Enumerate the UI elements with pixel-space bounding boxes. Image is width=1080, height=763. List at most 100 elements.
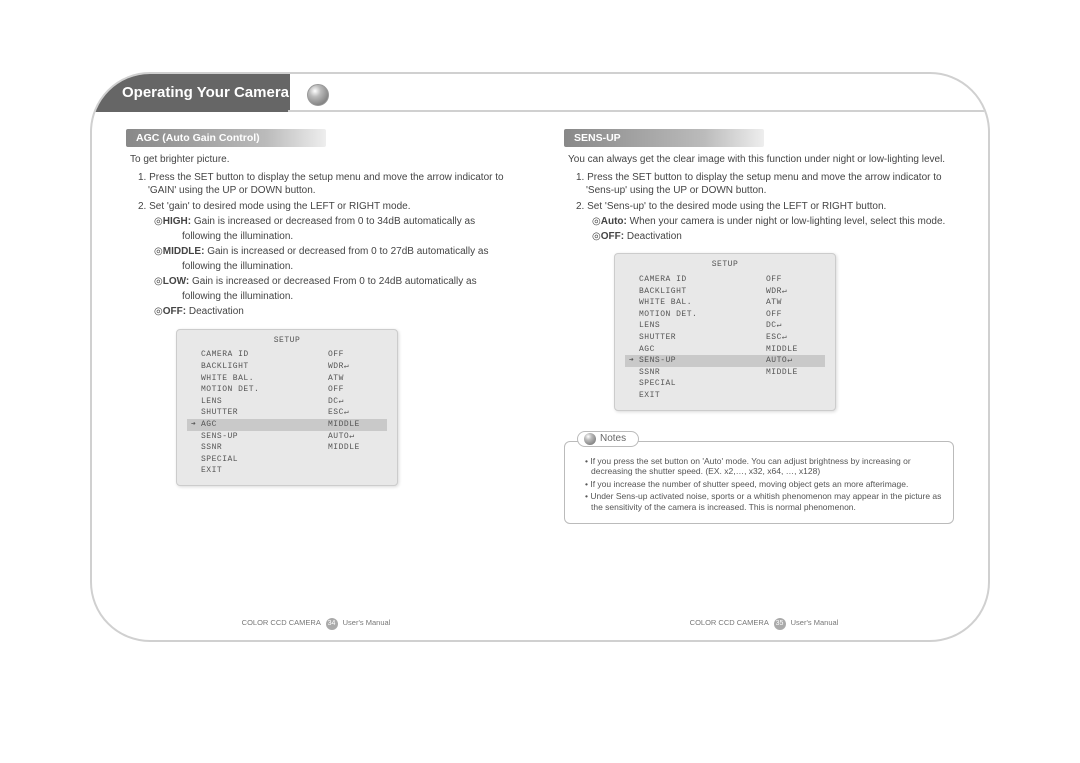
footer-right: COLOR CCD CAMERA 35 User's Manual bbox=[540, 618, 988, 630]
setup-row-label: SSNR bbox=[201, 442, 328, 454]
agc-mode-middle: ◎MIDDLE: Gain is increased or decreased … bbox=[154, 245, 516, 259]
setup-row-value: AUTO↵ bbox=[328, 431, 383, 443]
setup-row-value: MIDDLE bbox=[328, 419, 383, 431]
manual-page-frame: Operating Your Camera AGC (Auto Gain Con… bbox=[90, 72, 990, 642]
setup-row-label: EXIT bbox=[639, 390, 766, 402]
agc-mode-low-cont: following the illumination. bbox=[182, 290, 516, 304]
sensup-intro: You can always get the clear image with … bbox=[568, 153, 950, 167]
setup-arrow-icon bbox=[629, 390, 639, 402]
setup-row: AGCMIDDLE bbox=[625, 344, 825, 356]
agc-setup-panel: SETUP CAMERA IDOFFBACKLIGHTWDR↵WHITE BAL… bbox=[176, 329, 398, 486]
header-divider bbox=[288, 72, 988, 112]
sensup-mode-off: ◎OFF: Deactivation bbox=[592, 230, 954, 244]
agc-intro: To get brighter picture. bbox=[130, 153, 512, 167]
setup-arrow-icon bbox=[629, 367, 639, 379]
setup-arrow-icon: ➔ bbox=[191, 419, 201, 431]
setup-arrow-icon bbox=[629, 286, 639, 298]
setup-row-value: ESC↵ bbox=[766, 332, 821, 344]
setup-row-value: ATW bbox=[328, 373, 383, 385]
setup-row: CAMERA IDOFF bbox=[187, 349, 387, 361]
sensup-setup-panel: SETUP CAMERA IDOFFBACKLIGHTWDR↵WHITE BAL… bbox=[614, 253, 836, 410]
sensup-step-1: 1. Press the SET button to display the s… bbox=[576, 171, 950, 198]
setup-row-label: MOTION DET. bbox=[201, 384, 328, 396]
agc-step-2: 2. Set 'gain' to desired mode using the … bbox=[138, 200, 512, 214]
agc-mode-high: ◎HIGH: Gain is increased or decreased fr… bbox=[154, 215, 516, 229]
notes-item: Under Sens-up activated noise, sports or… bbox=[585, 491, 943, 512]
content-columns: AGC (Auto Gain Control) To get brighter … bbox=[102, 129, 978, 600]
sensup-step-2: 2. Set 'Sens-up' to the desired mode usi… bbox=[576, 200, 950, 214]
setup-row-label: LENS bbox=[201, 396, 328, 408]
setup-row-value: DC↵ bbox=[328, 396, 383, 408]
left-column: AGC (Auto Gain Control) To get brighter … bbox=[102, 129, 540, 600]
setup-arrow-icon bbox=[191, 465, 201, 477]
setup-row-label: CAMERA ID bbox=[201, 349, 328, 361]
setup-row-value: MIDDLE bbox=[328, 442, 383, 454]
setup-row-value: WDR↵ bbox=[766, 286, 821, 298]
setup-row: SSNRMIDDLE bbox=[187, 442, 387, 454]
setup-row-value: WDR↵ bbox=[328, 361, 383, 373]
setup-row-value: OFF bbox=[328, 349, 383, 361]
setup-arrow-icon: ➔ bbox=[629, 355, 639, 367]
setup-row-label: WHITE BAL. bbox=[201, 373, 328, 385]
setup-row: MOTION DET.OFF bbox=[625, 309, 825, 321]
setup-row-value bbox=[328, 465, 383, 477]
header-bar: Operating Your Camera bbox=[90, 72, 290, 112]
right-column: SENS-UP You can always get the clear ima… bbox=[540, 129, 978, 600]
setup-arrow-icon bbox=[629, 320, 639, 332]
setup-row: WHITE BAL.ATW bbox=[187, 373, 387, 385]
setup-row-label: EXIT bbox=[201, 465, 328, 477]
setup-arrow-icon bbox=[191, 442, 201, 454]
setup-row: WHITE BAL.ATW bbox=[625, 297, 825, 309]
setup-row: ➔AGCMIDDLE bbox=[187, 419, 387, 431]
setup-row-value: DC↵ bbox=[766, 320, 821, 332]
setup-row-value: AUTO↵ bbox=[766, 355, 821, 367]
notes-box: Notes If you press the set button on 'Au… bbox=[564, 441, 954, 524]
setup-arrow-icon bbox=[191, 454, 201, 466]
setup-row-value: OFF bbox=[328, 384, 383, 396]
setup-row: CAMERA IDOFF bbox=[625, 274, 825, 286]
setup-row-value bbox=[766, 390, 821, 402]
footer: COLOR CCD CAMERA 34 User's Manual COLOR … bbox=[92, 618, 988, 630]
setup-arrow-icon bbox=[191, 361, 201, 373]
setup-row-label: LENS bbox=[639, 320, 766, 332]
setup-row-value: MIDDLE bbox=[766, 344, 821, 356]
agc-mode-off: ◎OFF: Deactivation bbox=[154, 305, 516, 319]
setup-row-label: SHUTTER bbox=[201, 407, 328, 419]
setup-arrow-icon bbox=[629, 274, 639, 286]
notes-label: Notes bbox=[600, 433, 626, 446]
notes-orb-icon bbox=[584, 433, 596, 445]
setup-arrow-icon bbox=[191, 431, 201, 443]
sensup-mode-auto: ◎Auto: When your camera is under night o… bbox=[592, 215, 954, 229]
agc-step-1: 1. Press the SET button to display the s… bbox=[138, 171, 512, 198]
setup-arrow-icon bbox=[629, 332, 639, 344]
setup-arrow-icon bbox=[629, 378, 639, 390]
setup-arrow-icon bbox=[191, 373, 201, 385]
setup-row-label: SENS-UP bbox=[201, 431, 328, 443]
setup-row-value: OFF bbox=[766, 309, 821, 321]
setup-row-label: AGC bbox=[201, 419, 328, 431]
setup-row: BACKLIGHTWDR↵ bbox=[625, 286, 825, 298]
setup-row: SPECIAL bbox=[625, 378, 825, 390]
setup-row-value: OFF bbox=[766, 274, 821, 286]
setup-title: SETUP bbox=[625, 260, 825, 271]
setup-arrow-icon bbox=[191, 384, 201, 396]
setup-row: SHUTTERESC↵ bbox=[187, 407, 387, 419]
setup-row-label: WHITE BAL. bbox=[639, 297, 766, 309]
setup-row-value: ESC↵ bbox=[328, 407, 383, 419]
setup-row: SSNRMIDDLE bbox=[625, 367, 825, 379]
setup-row-value bbox=[328, 454, 383, 466]
setup-arrow-icon bbox=[191, 407, 201, 419]
notes-list: If you press the set button on 'Auto' mo… bbox=[575, 456, 943, 513]
setup-arrow-icon bbox=[629, 344, 639, 356]
sensup-section-heading: SENS-UP bbox=[564, 129, 764, 147]
setup-arrow-icon bbox=[191, 396, 201, 408]
setup-title: SETUP bbox=[187, 336, 387, 347]
setup-row-value bbox=[766, 378, 821, 390]
setup-arrow-icon bbox=[629, 297, 639, 309]
setup-row-label: AGC bbox=[639, 344, 766, 356]
setup-row-label: SHUTTER bbox=[639, 332, 766, 344]
notes-item: If you press the set button on 'Auto' mo… bbox=[585, 456, 943, 477]
setup-row: EXIT bbox=[625, 390, 825, 402]
setup-arrow-icon bbox=[191, 349, 201, 361]
setup-arrow-icon bbox=[629, 309, 639, 321]
